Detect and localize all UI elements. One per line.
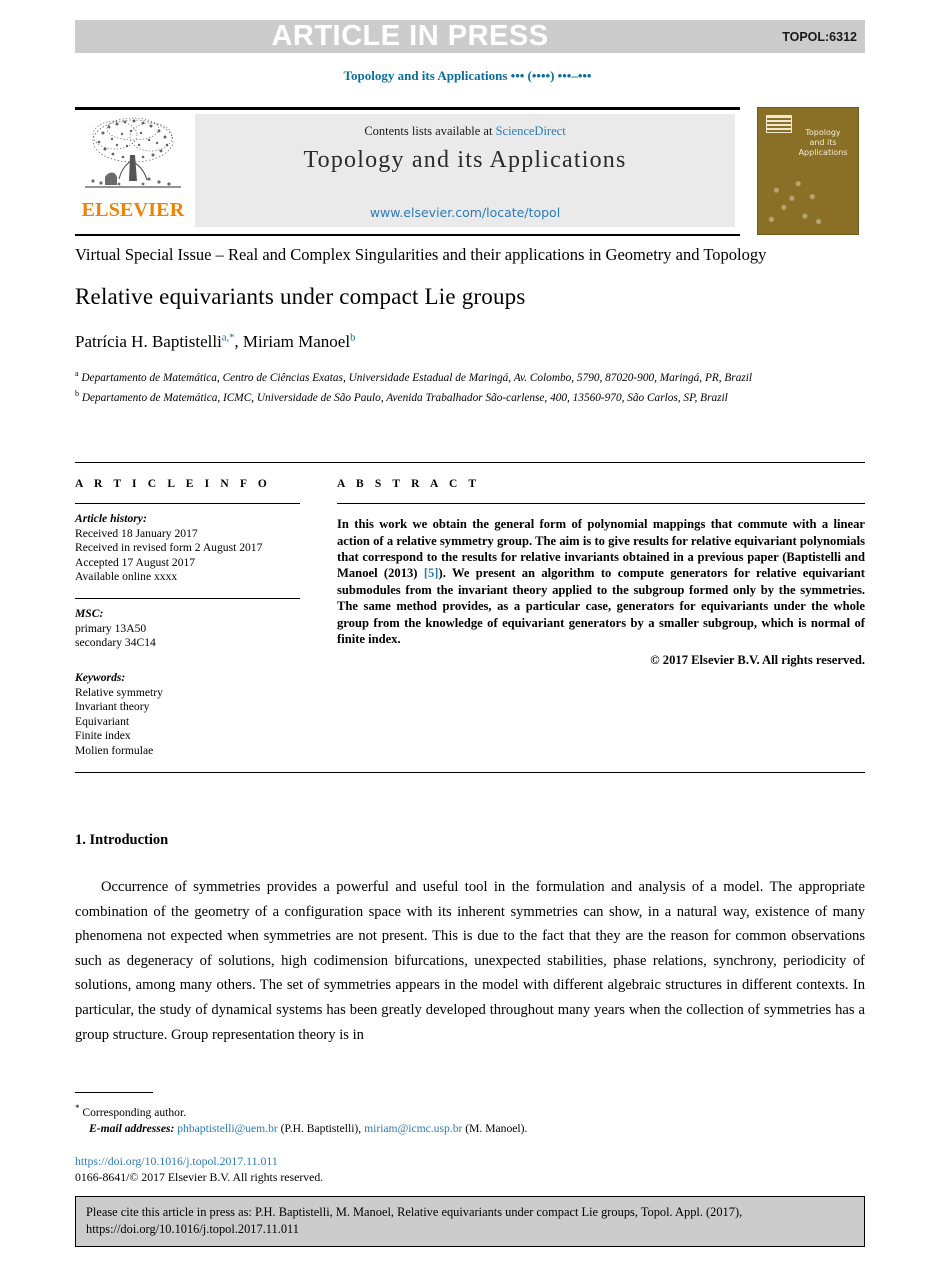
abstract-column: A B S T R A C T In this work we obtain t… (337, 478, 865, 668)
affiliation-list: a Departamento de Matemática, Centro de … (75, 366, 865, 406)
cover-title-line3: Applications (798, 148, 848, 157)
article-history-item: Received in revised form 2 August 2017 (75, 541, 263, 555)
journal-title: Topology and its Applications (303, 147, 627, 173)
elsevier-wordmark: ELSEVIER (81, 199, 185, 221)
section-heading-introduction: 1. Introduction (75, 832, 169, 848)
info-section-bottom-rule (75, 772, 865, 774)
email-addresses-label: E-mail addresses: (89, 1122, 175, 1136)
affiliation-mark: b (75, 388, 79, 398)
cover-artwork (764, 174, 826, 228)
cover-title-line2: and its (809, 138, 837, 147)
author-list: Patrícia H. Baptistellia,*, Miriam Manoe… (75, 332, 356, 351)
msc-item: primary 13A50 (75, 621, 147, 635)
email-owner-manoel: (M. Manoel). (465, 1122, 528, 1136)
article-header: Virtual Special Issue – Real and Complex… (75, 243, 865, 406)
msc-label: MSC: (75, 607, 104, 621)
msc-rule (75, 598, 300, 600)
msc-group: MSC: primary 13A50 secondary 34C14 (75, 607, 300, 651)
journal-masthead: ELSEVIER Contents lists available at Sci… (75, 107, 865, 237)
affiliation-text: Departamento de Matemática, ICMC, Univer… (81, 391, 728, 404)
page-title: Relative equivariants under compact Lie … (75, 284, 526, 309)
email-link-manoel[interactable]: miriam@icmc.usp.br (364, 1122, 462, 1135)
footnotes-block: * Corresponding author. E-mail addresses… (75, 1092, 865, 1185)
keyword-item: Equivariant (75, 714, 130, 728)
email-link-baptistelli[interactable]: phbaptistelli@uem.br (177, 1122, 278, 1135)
article-history-label: Article history: (75, 512, 147, 526)
asterisk-icon: * (75, 1103, 80, 1114)
info-section-top-rule (75, 462, 865, 464)
corresponding-author-note: * Corresponding author. (75, 1100, 865, 1121)
keyword-item: Finite index (75, 729, 131, 743)
doi-link[interactable]: https://doi.org/10.1016/j.topol.2017.11.… (75, 1154, 865, 1169)
article-info-heading: A R T I C L E I N F O (75, 478, 271, 490)
corresponding-author-text: Corresponding author. (82, 1106, 187, 1120)
sciencedirect-link[interactable]: ScienceDirect (496, 124, 566, 138)
article-info-rule (75, 503, 300, 505)
keyword-item: Molien formulae (75, 743, 154, 757)
author-name: Miriam Manoel (242, 332, 351, 351)
special-issue-line: Virtual Special Issue – Real and Complex… (75, 245, 767, 264)
keywords-group: Keywords: Relative symmetry Invariant th… (75, 671, 300, 759)
msc-item: secondary 34C14 (75, 636, 156, 650)
keyword-item: Relative symmetry (75, 685, 163, 699)
abstract-heading: A B S T R A C T (337, 478, 481, 490)
footnote-rule (75, 1092, 153, 1094)
contents-available-text: Contents lists available at (364, 124, 493, 138)
affiliation-text: Departamento de Matemática, Centro de Ci… (81, 371, 753, 384)
cover-elsevier-mark-icon (766, 115, 792, 133)
article-history-group: Article history: Received 18 January 201… (75, 512, 300, 585)
affiliation-mark: a (75, 369, 79, 378)
introduction-section: 1. Introduction Occurrence of symmetries… (75, 832, 865, 1047)
abstract-rule (337, 503, 865, 505)
email-owner-baptistelli: (P.H. Baptistelli), (280, 1122, 362, 1136)
article-info-column: A R T I C L E I N F O Article history: R… (75, 478, 300, 759)
affiliation-item: a Departamento de Matemática, Centro de … (75, 366, 865, 386)
article-in-press-banner: ARTICLE IN PRESS TOPOL:6312 (75, 19, 865, 53)
introduction-paragraph: Occurrence of symmetries provides a powe… (75, 879, 865, 1043)
reference-link[interactable]: [5] (424, 566, 439, 580)
manuscript-code: TOPOL:6312 (782, 29, 857, 44)
article-in-press-label: ARTICLE IN PRESS (271, 19, 549, 52)
article-history-item: Available online xxxx (75, 570, 178, 584)
email-note: E-mail addresses: phbaptistelli@uem.br (… (75, 1121, 865, 1137)
abstract-copyright: © 2017 Elsevier B.V. All rights reserved… (650, 653, 865, 668)
contents-box: Contents lists available at ScienceDirec… (195, 114, 735, 227)
abstract-text: In this work we obtain the general form … (337, 516, 865, 647)
author-name: Patrícia H. Baptistelli (75, 332, 222, 351)
author-affiliation-mark: a,* (221, 332, 235, 344)
keyword-item: Invariant theory (75, 700, 150, 714)
journal-url-link[interactable]: www.elsevier.com/locate/topol (195, 205, 735, 220)
article-history-item: Accepted 17 August 2017 (75, 555, 196, 569)
affiliation-item: b Departamento de Matemática, ICMC, Univ… (75, 386, 865, 406)
issn-copyright-line: 0166-8641/© 2017 Elsevier B.V. All right… (75, 1170, 324, 1185)
contents-available-line: Contents lists available at ScienceDirec… (195, 124, 735, 139)
please-cite-box: Please cite this article in press as: P.… (75, 1196, 865, 1247)
elsevier-logo: ELSEVIER (79, 115, 187, 227)
running-head: Topology and its Applications ••• (••••)… (343, 68, 592, 83)
masthead-top-rule (75, 107, 740, 110)
cover-title: Topology and its Applications (792, 128, 854, 158)
elsevier-tree-icon (85, 117, 181, 188)
keywords-label: Keywords: (75, 670, 126, 684)
journal-cover-thumbnail: Topology and its Applications (757, 107, 859, 235)
masthead-bottom-rule (75, 234, 740, 236)
cover-title-line1: Topology (805, 128, 841, 137)
article-history-item: Received 18 January 2017 (75, 526, 198, 540)
author-affiliation-mark: b (350, 332, 356, 344)
